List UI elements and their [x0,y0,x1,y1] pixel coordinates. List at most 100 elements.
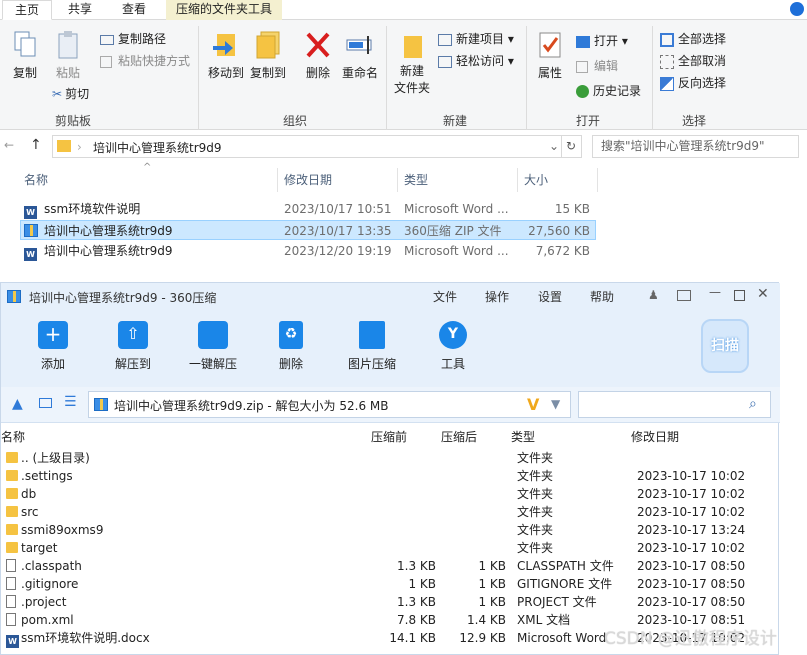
zip-search-input[interactable]: ⌕ [578,391,771,418]
invert-selection-button[interactable]: 反向选择 [660,74,726,91]
rename-label: 重命名 [341,66,378,80]
column-header-name[interactable]: 名称 [24,170,48,192]
tab-view[interactable]: 查看 [112,0,156,20]
folder-icon [57,140,71,152]
column-header-size[interactable]: 大小 [524,170,548,192]
new-item-button[interactable]: 新建项目 ▾ [438,30,514,47]
zip-delete-button[interactable]: ♻ 删除 [269,321,313,372]
paste-label: 粘贴 [55,66,80,80]
easy-access-button[interactable]: 轻松访问 ▾ [438,52,514,69]
rename-button[interactable]: 重命名 [340,30,380,81]
divider [652,26,653,130]
search-icon[interactable]: ⌕ [749,396,757,412]
select-none-button[interactable]: 全部取消 [660,52,726,69]
clipboard-icon [58,31,78,59]
zip-row-date: 2023-10-17 08:50 [637,595,746,609]
file-row[interactable]: W 培训中心管理系统tr9d9 2023/12/20 19:19 Microso… [20,241,596,261]
zip-window-title: 培训中心管理系统tr9d9 - 360压缩 [29,291,217,305]
menu-settings[interactable]: 设置 [538,288,562,305]
zip-row-date: 2023-10-17 08:50 [637,559,746,573]
copy-to-button[interactable]: 复制到 [248,30,288,81]
folder-icon [6,542,18,553]
scan-button[interactable]: 扫描 [701,319,749,373]
image-compress-label: 图片压缩 [347,357,396,371]
zip-row-type: 文件夹 [517,487,554,501]
properties-button[interactable]: 属性 [532,30,568,81]
select-all-button[interactable]: 全部选择 [660,30,726,47]
refresh-button[interactable]: ↻ [562,135,582,158]
file-type: Microsoft Word ... [404,202,509,216]
image-compress-icon [359,321,385,349]
menu-help[interactable]: 帮助 [590,288,614,305]
recycle-bin-icon: ♻ [279,321,303,349]
history-button[interactable]: 历史记录 [576,82,641,99]
zip-column-after[interactable]: 压缩后 [441,428,477,445]
copy-button[interactable]: 复制 [6,30,44,81]
zip-row-date: 2023-10-17 13:24 [637,523,746,537]
folder-icon [6,452,18,463]
zip-row[interactable]: target 文件夹 2023-10-17 10:02 [1,539,780,557]
tab-share[interactable]: 共享 [58,0,102,20]
invert-selection-label: 反向选择 [678,76,727,90]
zip-row[interactable]: src 文件夹 2023-10-17 10:02 [1,503,780,521]
menu-file[interactable]: 文件 [433,288,457,305]
one-click-extract-button[interactable]: 一键解压 [185,321,241,372]
maximize-icon[interactable] [734,290,745,301]
image-compress-button[interactable]: 图片压缩 [343,321,401,372]
zip-row[interactable]: .classpath 1.3 KB 1 KB CLASSPATH 文件 2023-10-… [1,557,780,575]
zip-row-name: .settings [21,469,73,483]
zip-row[interactable]: .project 1.3 KB 1 KB PROJECT 文件 2023-10-17 0… [1,593,780,611]
zip-row-type: 文件夹 [517,505,554,519]
help-icon[interactable] [790,2,804,16]
delete-button[interactable]: 删除 [300,30,336,81]
zip-row[interactable]: .. (上级目录) 文件夹 [1,449,780,467]
column-header-date[interactable]: 修改日期 [284,170,332,192]
zip-row-date: 2023-10-17 10:02 [637,505,746,519]
extract-to-label: 解压到 [114,357,151,371]
up-arrow-icon[interactable]: ↑ [30,137,42,153]
search-input[interactable]: 搜索"培训中心管理系统tr9d9" [592,135,799,158]
add-button[interactable]: + 添加 [31,321,75,372]
address-input[interactable]: › 培训中心管理系统tr9d9 ⌄ [52,135,562,158]
zip-path-input[interactable]: 培训中心管理系统tr9d9.zip - 解包大小为 52.6 MB V ▼ [88,391,571,418]
open-button[interactable]: 打开 ▾ [576,32,628,49]
new-folder-button[interactable]: 新建 文件夹 [392,30,432,96]
view-thumbnail-icon[interactable] [39,398,52,408]
new-item-icon [438,33,452,46]
tools-button[interactable]: Y 工具 [431,321,475,372]
zip-column-date[interactable]: 修改日期 [631,428,679,445]
chevron-down-icon[interactable]: ⌄ [549,139,559,153]
back-arrow-icon[interactable]: ← [4,138,14,152]
copy-path-button[interactable]: 复制路径 [100,30,166,47]
shirt-skin-icon[interactable]: ♟ [648,288,659,302]
feedback-icon[interactable] [677,290,691,301]
tab-compressed-folder-tools[interactable]: 压缩的文件夹工具 [166,0,283,20]
zip-column-type[interactable]: 类型 [511,428,535,445]
up-level-icon[interactable]: ▲ [12,396,23,412]
refresh-icon: ↻ [566,139,577,153]
extract-to-button[interactable]: ⇧ 解压到 [109,321,157,372]
sort-up-icon: ^ [143,162,152,173]
zip-column-before[interactable]: 压缩前 [371,428,407,445]
zip-row-date: 2023-10-17 10:02 [637,541,746,555]
file-row-selected[interactable]: 培训中心管理系统tr9d9 2023/10/17 13:35 360压缩 ZIP… [20,220,596,240]
file-row[interactable]: W ssm环境软件说明 2023/10/17 10:51 Microsoft W… [20,199,596,219]
zip-path-text: 培训中心管理系统tr9d9.zip - 解包大小为 52.6 MB [114,399,389,413]
zip-column-name[interactable]: 名称 [1,428,25,445]
column-header-type[interactable]: 类型 [404,170,428,192]
tab-home[interactable]: 主页 [2,0,52,20]
properties-label: 属性 [537,66,562,80]
menu-operation[interactable]: 操作 [485,288,509,305]
move-to-button[interactable]: 移动到 [206,30,246,81]
view-list-icon[interactable]: ☰ [64,394,77,410]
zip-row-type: Microsoft Word [517,631,607,645]
minimize-icon[interactable]: — [709,285,721,299]
zip-row[interactable]: ssmi89oxms9 文件夹 2023-10-17 13:24 [1,521,780,539]
zip-row[interactable]: .gitignore 1 KB 1 KB GITIGNORE 文件 2023-10-17… [1,575,780,593]
cut-button[interactable]: ✂ 剪切 [52,85,89,102]
word-icon: W [24,206,37,219]
chevron-down-icon[interactable]: ▼ [551,397,560,411]
zip-row[interactable]: db 文件夹 2023-10-17 10:02 [1,485,780,503]
zip-row[interactable]: .settings 文件夹 2023-10-17 10:02 [1,467,780,485]
close-icon[interactable]: ✕ [757,286,769,302]
